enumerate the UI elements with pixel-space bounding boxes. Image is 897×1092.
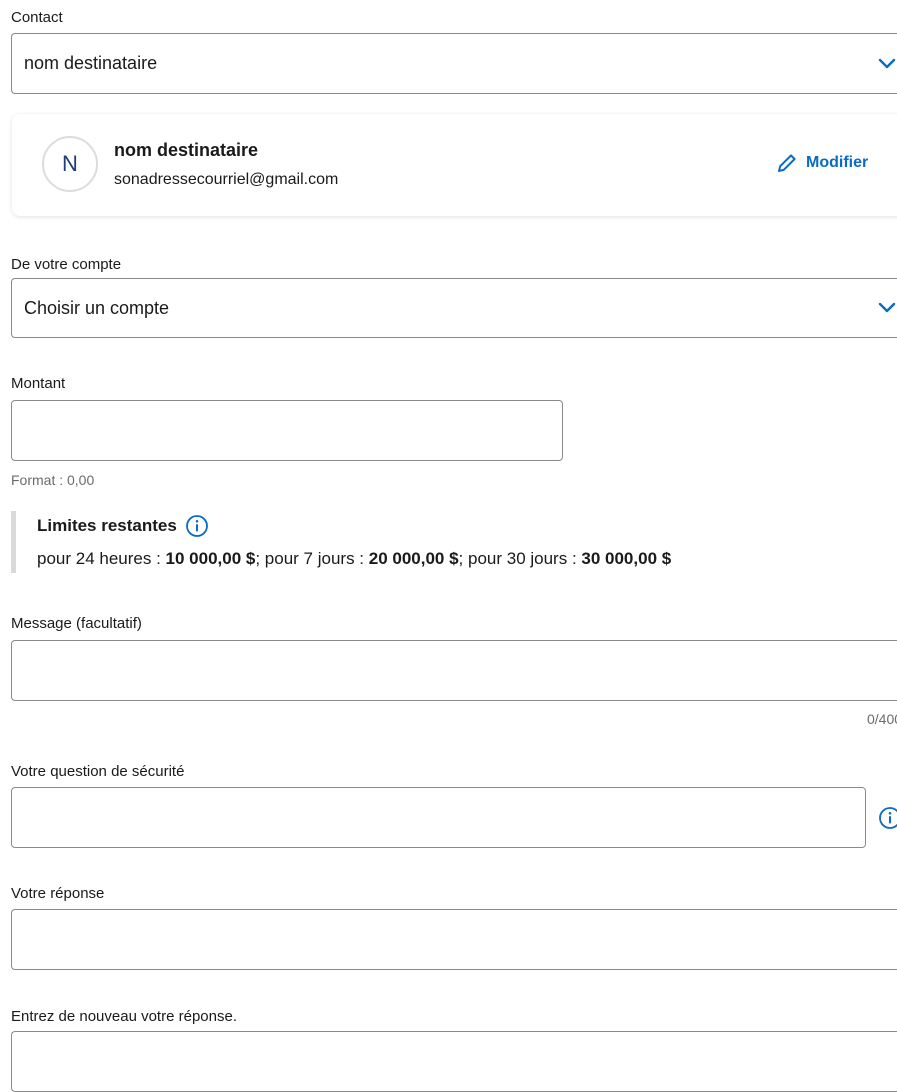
limit-7d-value: 20 000,00 $ <box>368 549 459 568</box>
modify-contact-button[interactable]: Modifier <box>776 152 868 174</box>
info-circle-icon[interactable] <box>185 514 209 538</box>
security-question-input[interactable] <box>11 787 866 848</box>
security-question-label: Votre question de sécurité <box>11 763 185 780</box>
limit-30d-value: 30 000,00 $ <box>581 549 672 568</box>
contact-card: N nom destinataire sonadressecourriel@gm… <box>12 114 897 216</box>
message-label: Message (facultatif) <box>11 615 142 632</box>
contact-select-value: nom destinataire <box>24 53 158 73</box>
limits-title: Limites restantes <box>37 514 209 538</box>
chevron-down-icon <box>878 302 896 313</box>
answer-label: Votre réponse <box>11 885 105 902</box>
account-select-value: Choisir un compte <box>24 297 170 318</box>
message-char-counter: 0/400 <box>867 711 897 727</box>
amount-format-hint: Format : 0,00 <box>11 472 95 488</box>
message-input[interactable] <box>11 640 897 701</box>
chevron-down-icon <box>878 58 896 68</box>
limit-24h-value: 10 000,00 $ <box>165 549 256 568</box>
modify-contact-label: Modifier <box>806 154 869 171</box>
answer-confirm-label: Entrez de nouveau votre réponse. <box>11 1008 237 1025</box>
contact-select[interactable]: nom destinataire <box>11 33 897 94</box>
pencil-icon <box>778 154 796 172</box>
account-select[interactable]: Choisir un compte <box>11 278 897 338</box>
avatar: N <box>42 136 98 192</box>
limits-title-text: Limites restantes <box>37 516 177 535</box>
limits-accent-bar <box>11 511 16 573</box>
info-circle-icon <box>879 807 897 829</box>
answer-input[interactable] <box>11 909 897 970</box>
limit-24h-prefix: pour 24 heures : <box>37 549 166 568</box>
account-label: De votre compte <box>11 256 122 273</box>
limit-30d-prefix: ; pour 30 jours : <box>458 549 582 568</box>
contact-name: nom destinataire <box>114 140 259 160</box>
limits-details: pour 24 heures : 10 000,00 $; pour 7 jou… <box>37 549 671 569</box>
amount-label: Montant <box>11 375 66 392</box>
limit-7d-prefix: ; pour 7 jours : <box>255 549 369 568</box>
contact-label: Contact <box>11 9 63 26</box>
security-question-info-button[interactable] <box>878 806 897 830</box>
contact-email: sonadressecourriel@gmail.com <box>114 171 339 188</box>
amount-input[interactable] <box>11 400 563 461</box>
answer-confirm-input[interactable] <box>11 1031 897 1092</box>
